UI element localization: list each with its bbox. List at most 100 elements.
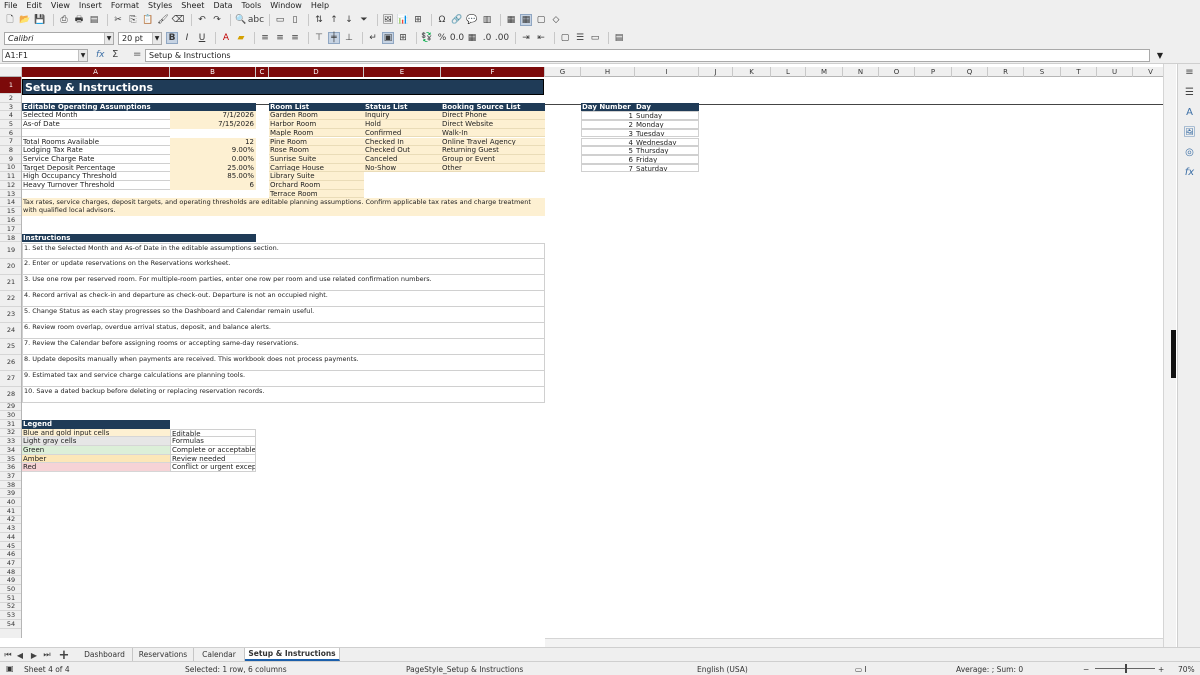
- functions-icon[interactable]: fx: [1183, 166, 1196, 179]
- menu-window[interactable]: Window: [270, 1, 302, 10]
- borders-icon[interactable]: ▢: [559, 32, 571, 44]
- export-pdf-icon[interactable]: ⎙: [58, 14, 70, 26]
- room-list-item[interactable]: Rose Room: [269, 146, 364, 155]
- add-decimal-icon[interactable]: .0: [481, 32, 493, 44]
- assumption-label[interactable]: Service Charge Rate: [22, 155, 170, 164]
- booking-source-item[interactable]: Direct Phone: [441, 111, 545, 121]
- open-icon[interactable]: 📂: [19, 14, 31, 26]
- decrease-indent-icon[interactable]: ⇤: [535, 32, 547, 44]
- border-style-icon[interactable]: ☰: [574, 32, 586, 44]
- print-preview-icon[interactable]: ▤: [88, 14, 100, 26]
- save-icon[interactable]: 💾: [34, 14, 46, 26]
- column-header-a[interactable]: A: [22, 67, 170, 77]
- room-list-item[interactable]: Maple Room: [269, 128, 364, 138]
- assumption-value[interactable]: 9.00%: [170, 146, 256, 155]
- day-header[interactable]: Day: [635, 102, 699, 112]
- row-header-8[interactable]: 8: [0, 146, 21, 155]
- row-header-26[interactable]: 26: [0, 355, 21, 371]
- align-right-icon[interactable]: ≡: [289, 32, 301, 44]
- previous-sheet-icon[interactable]: ◀: [15, 649, 25, 661]
- column-header-l[interactable]: L: [771, 67, 806, 77]
- clone-format-icon[interactable]: 🖌: [157, 14, 169, 26]
- column-header-j[interactable]: J: [699, 67, 733, 77]
- legend-meaning[interactable]: Conflict or urgent exception: [170, 463, 256, 473]
- row-header-9[interactable]: 9: [0, 155, 21, 164]
- row-header-54[interactable]: 54: [0, 620, 21, 629]
- row-header-36[interactable]: 36: [0, 463, 21, 473]
- assumption-value[interactable]: [170, 128, 256, 138]
- column-header-b[interactable]: B: [170, 67, 256, 77]
- page-style[interactable]: PageStyle_Setup & Instructions: [406, 665, 523, 674]
- navigator-icon[interactable]: ◎: [1183, 146, 1196, 159]
- status-list-item[interactable]: No-Show: [364, 163, 441, 173]
- menu-edit[interactable]: Edit: [26, 1, 42, 10]
- column-header-q[interactable]: Q: [952, 67, 988, 77]
- day-name[interactable]: Monday: [635, 120, 699, 129]
- sort-ascending-icon[interactable]: ↑: [328, 14, 340, 26]
- row-header-23[interactable]: 23: [0, 307, 21, 323]
- legend-meaning[interactable]: Complete or acceptable: [170, 446, 256, 455]
- horizontal-scrollbar[interactable]: [545, 638, 1163, 647]
- menu-sheet[interactable]: Sheet: [181, 1, 204, 10]
- room-list-item[interactable]: Sunrise Suite: [269, 154, 364, 164]
- row-header-42[interactable]: 42: [0, 515, 21, 525]
- define-print-area-icon[interactable]: ▦: [505, 14, 517, 26]
- assumptions-header[interactable]: Editable Operating Assumptions: [22, 102, 256, 112]
- instruction-step[interactable]: 8. Update deposits manually when payment…: [22, 354, 545, 371]
- menu-view[interactable]: View: [51, 1, 70, 10]
- row-header-34[interactable]: 34: [0, 446, 21, 455]
- highlight-color-icon[interactable]: ▰: [235, 32, 247, 44]
- select-all-corner[interactable]: [0, 67, 22, 77]
- formula-icon[interactable]: =: [133, 49, 141, 60]
- header-footer-icon[interactable]: ▥: [481, 14, 493, 26]
- instruction-step[interactable]: 6. Review room overlap, overdue arrival …: [22, 322, 545, 339]
- room-list-item[interactable]: Terrace Room: [269, 189, 364, 199]
- add-sheet-icon[interactable]: +: [59, 648, 70, 663]
- assumptions-note[interactable]: Tax rates, service charges, deposit targ…: [22, 198, 545, 217]
- assumption-label[interactable]: [22, 129, 170, 138]
- instruction-step[interactable]: 9. Estimated tax and service charge calc…: [22, 370, 545, 387]
- row-header-5[interactable]: 5: [0, 120, 21, 129]
- align-top-icon[interactable]: ⊤: [313, 32, 325, 44]
- chevron-down-icon[interactable]: ▼: [104, 32, 113, 44]
- row-header-7[interactable]: 7: [0, 137, 21, 147]
- comment-icon[interactable]: 💬: [466, 14, 478, 26]
- assumption-value[interactable]: 7/1/2026: [170, 111, 256, 121]
- row-header-30[interactable]: 30: [0, 411, 21, 420]
- zoom-level[interactable]: 70%: [1178, 665, 1195, 674]
- row-header-38[interactable]: 38: [0, 481, 21, 490]
- unmerge-icon[interactable]: ⊞: [397, 32, 409, 44]
- spreadsheet-grid[interactable]: Setup & Instructions Editable Operating …: [22, 77, 1163, 638]
- row-header-11[interactable]: 11: [0, 172, 21, 181]
- row-header-21[interactable]: 21: [0, 275, 21, 291]
- day-number[interactable]: 3: [581, 128, 635, 138]
- booking-source-item[interactable]: Group or Event: [441, 154, 545, 164]
- row-header-51[interactable]: 51: [0, 594, 21, 603]
- day-number[interactable]: 6: [581, 154, 635, 164]
- date-format-icon[interactable]: ▦: [466, 32, 478, 44]
- number-format-icon[interactable]: 0.0: [450, 32, 464, 44]
- status-list-item[interactable]: Checked In: [364, 137, 441, 147]
- status-list-header[interactable]: Status List: [364, 102, 441, 112]
- chart-icon[interactable]: 📊: [397, 14, 409, 26]
- delete-decimal-icon[interactable]: .00: [495, 32, 509, 44]
- booking-source-item[interactable]: Direct Website: [441, 120, 545, 129]
- print-icon[interactable]: 🖶: [73, 14, 85, 26]
- column-header-k[interactable]: K: [733, 67, 771, 77]
- legend-header[interactable]: Legend: [22, 419, 170, 429]
- row-header-43[interactable]: 43: [0, 524, 21, 533]
- align-middle-icon[interactable]: ╪: [328, 32, 340, 44]
- row-header-49[interactable]: 49: [0, 576, 21, 586]
- status-list-item[interactable]: Hold: [364, 120, 441, 129]
- redo-icon[interactable]: ↷: [211, 14, 223, 26]
- day-number[interactable]: 7: [581, 163, 635, 173]
- column-header-n[interactable]: N: [843, 67, 879, 77]
- gallery-icon[interactable]: 🖼: [1183, 126, 1196, 139]
- sidebar-menu-icon[interactable]: ≡: [1183, 66, 1196, 79]
- row-header-3[interactable]: 3: [0, 103, 21, 112]
- split-window-icon[interactable]: ▢: [535, 14, 547, 26]
- instruction-step[interactable]: 2. Enter or update reservations on the R…: [22, 258, 545, 275]
- day-name[interactable]: Tuesday: [635, 128, 699, 138]
- font-name-box[interactable]: Calibri ▼: [4, 31, 114, 45]
- row-header-19[interactable]: 19: [0, 243, 21, 259]
